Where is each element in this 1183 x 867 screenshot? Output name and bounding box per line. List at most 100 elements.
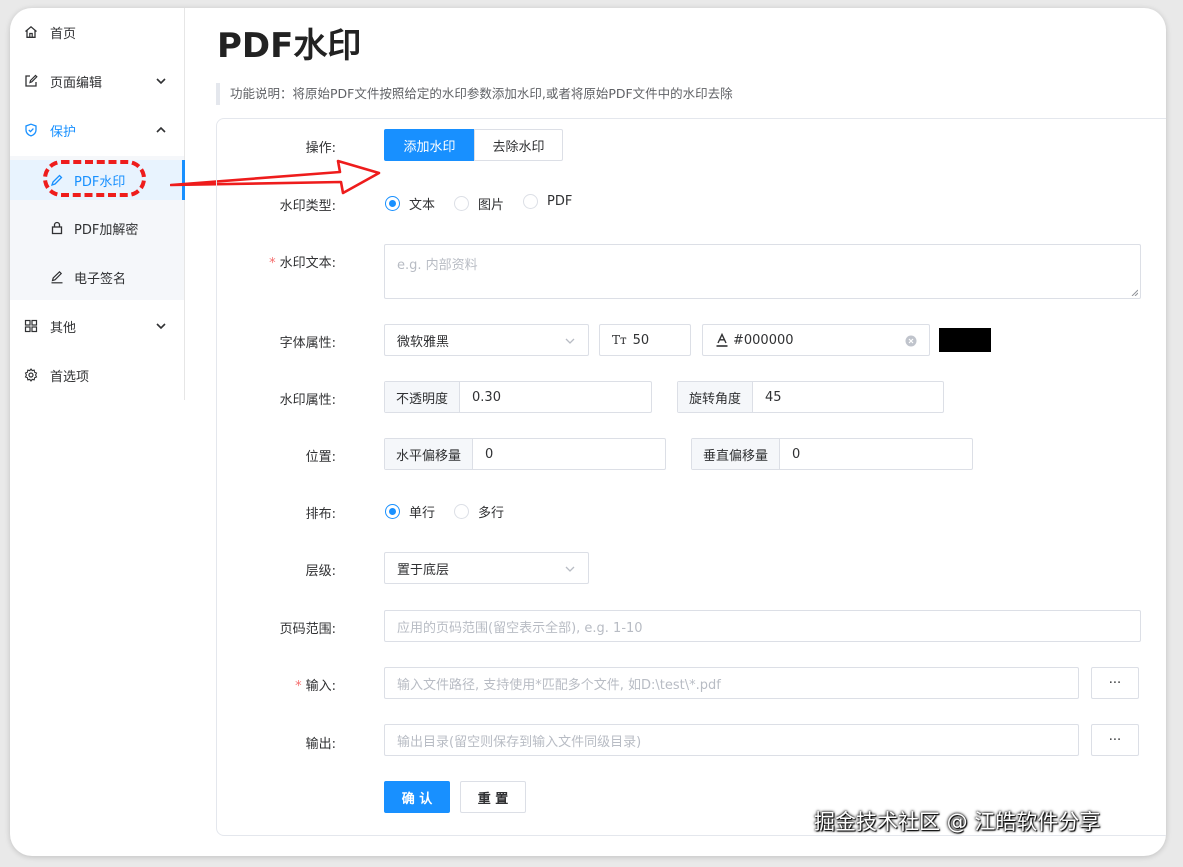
sidebar-item-page-edit[interactable]: 页面编辑	[10, 63, 184, 99]
radio-label: 多行	[478, 506, 505, 521]
color-swatch[interactable]	[939, 328, 991, 352]
radio-dot	[454, 504, 469, 519]
radio-layout-multi[interactable]: 多行	[454, 502, 504, 521]
clear-icon[interactable]	[905, 335, 917, 347]
position-label: 位置:	[305, 450, 336, 465]
font-color-value: #000000	[733, 332, 794, 348]
radio-layout-single[interactable]: 单行	[385, 502, 435, 521]
reset-button[interactable]: 重 置	[460, 781, 526, 813]
gear-icon	[24, 368, 38, 382]
remove-watermark-button[interactable]: 去除水印	[474, 129, 563, 161]
watermark-props-label: 水印属性:	[279, 393, 336, 408]
sidebar: 首页 页面编辑 保护 PDF水印 PDF加解密 电子签名 其他 首选项	[10, 8, 185, 400]
lock-icon	[50, 221, 64, 235]
home-icon	[24, 25, 38, 39]
radio-dot	[523, 194, 538, 209]
watermark-text-input[interactable]: e.g. 内部资料	[384, 244, 1141, 299]
font-size-icon: Tт	[612, 333, 627, 347]
layer-label: 层级:	[305, 564, 336, 579]
page-range-input[interactable]: 应用的页码范围(留空表示全部), e.g. 1-10	[384, 610, 1141, 642]
sidebar-item-pdf-encrypt[interactable]: PDF加解密	[10, 210, 184, 246]
horizontal-offset-input[interactable]: 水平偏移量 0	[384, 438, 666, 470]
annotation-ellipse	[43, 160, 146, 197]
font-size-value: 50	[632, 332, 650, 348]
sidebar-item-label: 保护	[50, 124, 77, 140]
placeholder: 输入文件路径, 支持使用*匹配多个文件, 如D:\test\*.pdf	[397, 677, 721, 693]
font-color-input[interactable]: #000000	[702, 324, 930, 356]
rotation-prefix: 旋转角度	[678, 382, 754, 412]
vertical-offset-value: 0	[792, 446, 801, 462]
output-path-label: 输出:	[305, 737, 336, 752]
sidebar-item-label: PDF加解密	[74, 222, 139, 238]
browse-input-button[interactable]: ···	[1091, 667, 1139, 699]
output-path-field[interactable]: 输出目录(留空则保存到输入文件同级目录)	[384, 724, 1079, 756]
input-path-label: * 输入:	[230, 675, 336, 694]
radio-dot	[385, 196, 400, 211]
rotation-value: 45	[765, 389, 782, 405]
sidebar-item-protect[interactable]: 保护	[10, 112, 184, 148]
chevron-down-icon	[565, 338, 575, 344]
chevron-down-icon	[156, 78, 166, 85]
sidebar-item-preferences[interactable]: 首选项	[10, 357, 184, 393]
page-title: PDF水印	[217, 26, 362, 66]
radio-label: 单行	[409, 506, 436, 521]
radio-dot	[454, 196, 469, 211]
opacity-value: 0.30	[472, 389, 501, 405]
radio-dot	[385, 504, 400, 519]
placeholder: 输出目录(留空则保存到输入文件同级目录)	[397, 734, 642, 750]
selected-value: 置于底层	[397, 562, 450, 578]
page-range-label: 页码范围:	[279, 622, 336, 637]
input-path-field[interactable]: 输入文件路径, 支持使用*匹配多个文件, 如D:\test\*.pdf	[384, 667, 1079, 699]
sidebar-item-label: 首选项	[50, 369, 90, 385]
label-text: 输入:	[305, 679, 336, 694]
required-mark: *	[295, 679, 302, 694]
sidebar-item-e-signature[interactable]: 电子签名	[10, 259, 184, 295]
placeholder: 应用的页码范围(留空表示全部), e.g. 1-10	[397, 620, 643, 636]
radio-type-image[interactable]: 图片	[454, 194, 504, 213]
font-family-select[interactable]: 微软雅黑	[384, 324, 589, 356]
opacity-input[interactable]: 不透明度 0.30	[384, 381, 652, 413]
chevron-down-icon	[156, 323, 166, 330]
chevron-down-icon	[565, 566, 575, 572]
selected-value: 微软雅黑	[397, 334, 450, 350]
font-size-input[interactable]: Tт 50	[599, 324, 691, 356]
opacity-prefix: 不透明度	[385, 382, 461, 412]
label-text: 水印文本:	[279, 256, 336, 271]
chevron-up-icon	[156, 126, 166, 133]
watermark-caption: 掘金技术社区 @ 江皓软件分享	[814, 810, 1101, 834]
text-color-icon	[703, 333, 729, 347]
font-props-label: 字体属性:	[279, 336, 336, 351]
watermark-type-label: 水印类型:	[279, 199, 336, 214]
sidebar-item-home[interactable]: 首页	[10, 14, 184, 50]
sidebar-item-other[interactable]: 其他	[10, 308, 184, 344]
confirm-button[interactable]: 确 认	[384, 781, 450, 813]
radio-label: 图片	[478, 198, 505, 213]
shield-icon	[24, 123, 38, 137]
radio-label: PDF	[547, 194, 573, 209]
sidebar-item-label: 首页	[50, 26, 77, 42]
app-window: 首页 页面编辑 保护 PDF水印 PDF加解密 电子签名 其他 首选项 PDF水…	[10, 8, 1166, 856]
vertical-offset-prefix: 垂直偏移量	[692, 439, 781, 469]
add-watermark-button[interactable]: 添加水印	[384, 129, 475, 161]
vertical-offset-input[interactable]: 垂直偏移量 0	[691, 438, 973, 470]
required-mark: *	[269, 256, 276, 271]
horizontal-offset-prefix: 水平偏移量	[385, 439, 474, 469]
operation-label: 操作:	[305, 141, 336, 156]
pen-icon	[50, 270, 64, 284]
sidebar-item-label: 页面编辑	[50, 75, 103, 91]
sidebar-item-label: 电子签名	[74, 271, 127, 287]
sidebar-item-label: 其他	[50, 320, 77, 336]
watermark-text-label: * 水印文本:	[230, 252, 336, 271]
layer-select[interactable]: 置于底层	[384, 552, 589, 584]
layout-label: 排布:	[305, 507, 336, 522]
resize-handle-icon	[1131, 289, 1138, 296]
radio-type-pdf[interactable]: PDF	[523, 194, 572, 209]
horizontal-offset-value: 0	[485, 446, 494, 462]
page-description: 功能说明：将原始PDF文件按照给定的水印参数添加水印,或者将原始PDF文件中的水…	[216, 83, 733, 105]
grid-icon	[24, 319, 38, 333]
radio-label: 文本	[409, 198, 436, 213]
browse-output-button[interactable]: ···	[1091, 724, 1139, 756]
radio-type-text[interactable]: 文本	[385, 194, 435, 213]
placeholder: e.g. 内部资料	[397, 258, 478, 273]
rotation-input[interactable]: 旋转角度 45	[677, 381, 944, 413]
